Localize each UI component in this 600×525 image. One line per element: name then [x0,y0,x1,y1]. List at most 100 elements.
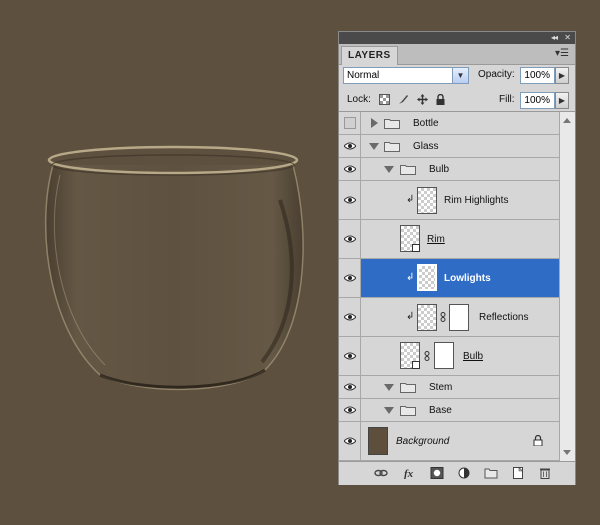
layer-thumbnail [417,187,437,214]
visibility-toggle[interactable] [339,399,361,421]
chevron-down-icon[interactable]: ▼ [452,68,468,83]
link-icon[interactable] [424,351,430,361]
lock-row: Lock: Fill: 100% ▶ [339,89,575,112]
smart-object-icon [412,361,420,369]
layer-name: Glass [413,141,439,152]
eye-icon[interactable] [344,352,356,360]
eye-icon[interactable] [344,142,356,150]
layer-mask-thumbnail[interactable] [449,304,469,331]
layer-name: Rim Highlights [444,195,509,206]
lock-position-icon[interactable] [417,94,428,105]
folder-icon [400,383,416,393]
layer-row-background[interactable]: Background [339,422,559,461]
collapse-arrow-icon[interactable] [384,166,394,173]
visibility-toggle[interactable] [339,181,361,219]
opacity-slider-button[interactable]: ▶ [555,67,569,84]
layer-row-lowlights[interactable]: ↲ Lowlights [339,259,559,298]
scroll-down-icon[interactable] [563,450,571,455]
folder-icon [384,142,400,152]
folder-icon [400,406,416,416]
layer-name: Lowlights [444,273,491,284]
layer-name: Stem [429,382,453,393]
layers-panel: ◂◂ ✕ LAYERS ▾☰ Normal ▼ Opacity: 100% ▶ … [338,31,576,485]
layer-name: Rim [427,234,445,245]
folder-icon [384,119,400,129]
opacity-input[interactable]: 100% [520,67,555,84]
visibility-toggle[interactable] [339,337,361,375]
eye-icon[interactable] [344,165,356,173]
blend-mode-value: Normal [347,70,380,81]
visibility-off-icon[interactable] [344,117,356,129]
collapse-arrow-icon[interactable] [369,143,379,150]
new-group-icon[interactable] [484,467,498,479]
layer-thumbnail [417,304,437,331]
trash-icon[interactable] [538,467,552,479]
visibility-toggle[interactable] [339,158,361,180]
eye-icon[interactable] [344,235,356,243]
clipping-arrow-icon: ↲ [406,272,415,283]
link-layers-icon[interactable] [374,467,388,479]
canvas-glass-artwork [44,145,304,391]
smart-object-icon [412,244,420,252]
visibility-toggle[interactable] [339,220,361,258]
lock-image-pixels-icon[interactable] [398,94,409,105]
fill-input[interactable]: 100% [520,92,555,109]
blend-mode-select[interactable]: Normal ▼ [343,67,469,84]
layer-name: Bottle [413,118,439,129]
expand-arrow-icon[interactable] [371,118,378,128]
panel-footer: fx [339,461,575,485]
lock-all-icon[interactable] [435,94,446,105]
background-thumbnail [368,427,388,455]
layer-mask-thumbnail[interactable] [434,342,454,369]
collapse-arrow-icon[interactable] [384,407,394,414]
layer-row-base[interactable]: Base [339,399,559,422]
panel-title-bar[interactable]: ◂◂ ✕ [339,32,575,44]
layer-row-bottle[interactable]: Bottle [339,112,559,135]
layer-name: Background [396,436,450,447]
fx-icon[interactable]: fx [403,467,417,479]
eye-icon[interactable] [344,274,356,282]
layer-row-stem[interactable]: Stem [339,376,559,399]
layer-row-reflections[interactable]: ↲ Reflections [339,298,559,337]
layer-thumbnail [417,264,437,291]
clipping-arrow-icon: ↲ [406,194,415,205]
visibility-toggle[interactable] [339,376,361,398]
layer-row-glass[interactable]: Glass [339,135,559,158]
close-panel-icon[interactable]: ✕ [564,32,571,44]
svg-text:fx: fx [404,468,414,479]
lock-icon [533,435,543,446]
blend-row: Normal ▼ Opacity: 100% ▶ [339,65,575,87]
visibility-toggle[interactable] [339,298,361,336]
layer-name: Reflections [479,312,529,323]
visibility-toggle[interactable] [339,112,361,134]
layer-row-rim[interactable]: Rim [339,220,559,259]
layer-name: Base [429,405,452,416]
eye-icon[interactable] [344,437,356,445]
link-icon[interactable] [440,312,446,322]
panel-menu-icon[interactable]: ▾☰ [555,47,569,61]
visibility-toggle[interactable] [339,422,361,460]
layers-scrollbar[interactable] [559,112,575,461]
collapse-panel-icon[interactable]: ◂◂ [551,32,558,44]
clipping-arrow-icon: ↲ [406,311,415,322]
eye-icon[interactable] [344,196,356,204]
layer-row-bulb[interactable]: Bulb [339,337,559,376]
adjustment-layer-icon[interactable] [457,467,471,479]
layer-row-rim-highlights[interactable]: ↲ Rim Highlights [339,181,559,220]
opacity-label: Opacity: [478,69,515,80]
collapse-arrow-icon[interactable] [384,384,394,391]
scroll-up-icon[interactable] [563,118,571,123]
tab-layers[interactable]: LAYERS [341,46,398,65]
lock-transparent-pixels-icon[interactable] [379,94,390,105]
layer-name: Bulb [429,164,450,175]
add-mask-icon[interactable] [430,467,444,479]
layer-row-bulb-group[interactable]: Bulb [339,158,559,181]
new-layer-icon[interactable] [511,467,525,479]
panel-tab-bar: LAYERS ▾☰ [339,44,575,65]
eye-icon[interactable] [344,383,356,391]
eye-icon[interactable] [344,313,356,321]
fill-slider-button[interactable]: ▶ [555,92,569,109]
visibility-toggle[interactable] [339,135,361,157]
eye-icon[interactable] [344,406,356,414]
visibility-toggle[interactable] [339,259,361,297]
